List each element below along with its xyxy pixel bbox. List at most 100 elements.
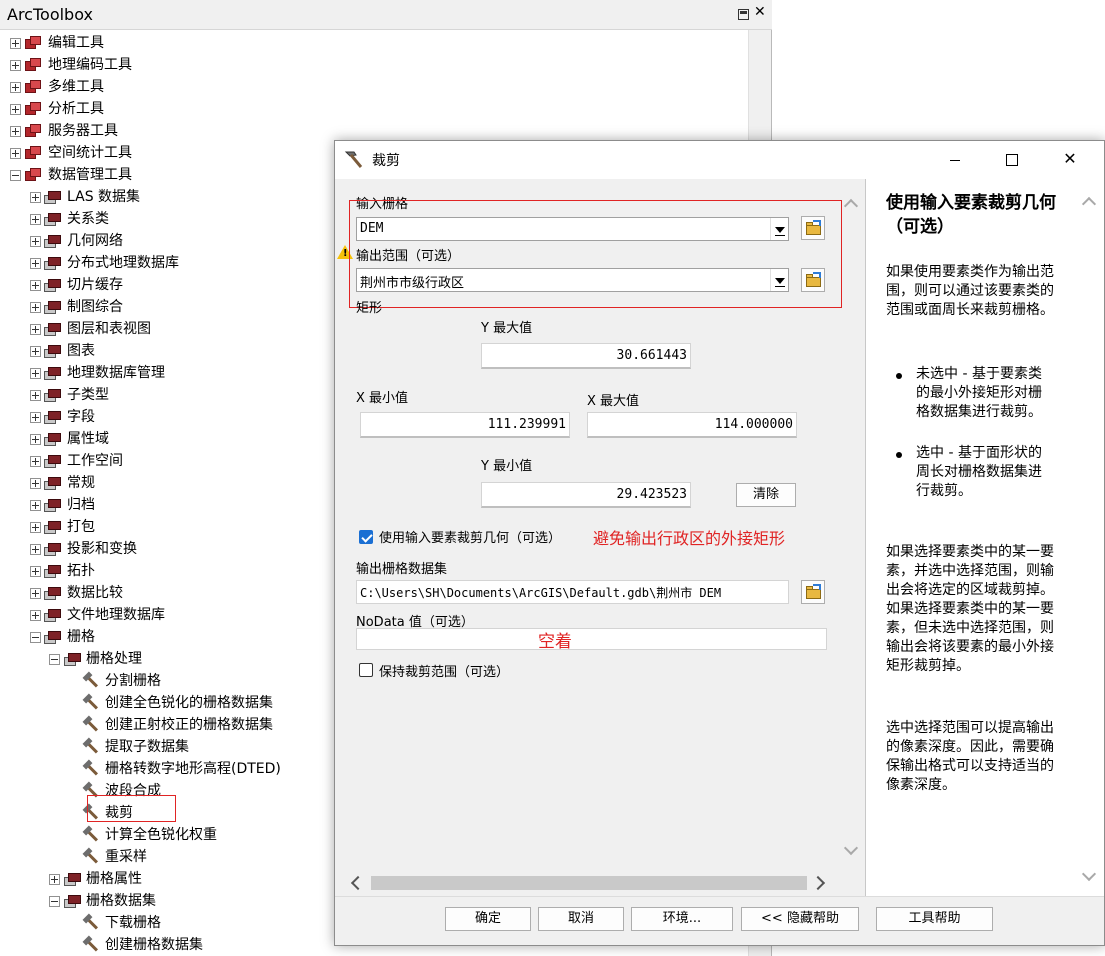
x-max-input[interactable]: 114.000000 (587, 412, 797, 438)
maintain-extent-label: 保持裁剪范围（可选） (379, 665, 510, 680)
output-raster-input[interactable]: C:\Users\SH\Documents\ArcGIS\Default.gdb… (356, 580, 789, 604)
toolset-item[interactable]: 多维工具 (0, 76, 748, 98)
expand-icon[interactable] (30, 500, 41, 511)
expand-icon[interactable] (10, 104, 21, 115)
clear-button[interactable]: 清除 (736, 483, 796, 507)
expand-icon[interactable] (30, 324, 41, 335)
minimize-button[interactable] (950, 160, 960, 161)
nodata-input[interactable] (356, 628, 827, 650)
toolset-icon (44, 234, 61, 248)
hide-help-button[interactable]: << 隐藏帮助 (741, 907, 859, 931)
expand-icon[interactable] (30, 478, 41, 489)
toolset-item[interactable]: 编辑工具 (0, 32, 748, 54)
collapse-icon[interactable] (49, 654, 60, 665)
highlight-clip-tool (87, 795, 176, 822)
hammer-icon (82, 825, 100, 843)
expand-icon[interactable] (49, 874, 60, 885)
expand-icon[interactable] (30, 610, 41, 621)
chevron-down-icon[interactable] (843, 840, 859, 856)
hammer-icon (82, 671, 100, 689)
tree-item-label: 栅格数据集 (86, 893, 156, 909)
tree-item-label: 分布式地理数据库 (67, 255, 179, 271)
toolbox-icon (25, 102, 41, 115)
expand-icon[interactable] (30, 434, 41, 445)
restore-window-icon[interactable] (738, 9, 749, 20)
chevron-left-icon[interactable] (350, 875, 366, 891)
maximize-button[interactable] (1006, 154, 1018, 166)
y-min-input[interactable]: 29.423523 (481, 482, 691, 508)
tree-item-label: 下载栅格 (105, 915, 161, 931)
hammer-icon (343, 150, 365, 170)
expand-icon[interactable] (30, 544, 41, 555)
chevron-down-icon[interactable] (1081, 866, 1097, 882)
expand-icon[interactable] (30, 236, 41, 247)
toolset-item[interactable]: 地理编码工具 (0, 54, 748, 76)
tree-item-label: 常规 (67, 475, 95, 491)
toolset-icon (44, 344, 61, 358)
use-geometry-checkbox[interactable] (359, 530, 373, 544)
expand-icon[interactable] (30, 280, 41, 291)
highlight-input-params (349, 200, 842, 308)
expand-icon[interactable] (10, 38, 21, 49)
expand-icon[interactable] (30, 390, 41, 401)
browse-output-raster-button[interactable] (801, 580, 825, 604)
environments-button[interactable]: 环境... (631, 907, 733, 931)
expand-icon[interactable] (10, 60, 21, 71)
expand-icon[interactable] (30, 368, 41, 379)
chevron-up-icon[interactable] (1081, 196, 1097, 212)
expand-icon[interactable] (30, 588, 41, 599)
x-min-input[interactable]: 111.239991 (360, 412, 570, 438)
tree-item-label: 制图综合 (67, 299, 123, 315)
toolset-item[interactable]: 服务器工具 (0, 120, 748, 142)
tool-help-button[interactable]: 工具帮助 (876, 907, 993, 931)
expand-icon[interactable] (10, 126, 21, 137)
parameter-form: 输入栅格 DEM ! 输出范围（可选） 荆州市市级行政区 矩形 Y 最大值 30… (335, 179, 863, 874)
expand-icon[interactable] (30, 346, 41, 357)
toolset-icon (44, 366, 61, 380)
collapse-icon[interactable] (49, 896, 60, 907)
toolset-icon (44, 630, 61, 644)
help-paragraph-1: 如果使用要素类作为输出范围，则可以通过该要素类的范围或面周长来裁剪栅格。 (886, 264, 1054, 318)
collapse-icon[interactable] (30, 632, 41, 643)
collapse-icon[interactable] (10, 170, 21, 181)
toolset-icon (64, 894, 81, 908)
toolset-icon (64, 652, 81, 666)
y-max-input[interactable]: 30.661443 (481, 343, 691, 369)
toolset-icon (44, 476, 61, 490)
close-icon[interactable]: ✕ (754, 5, 766, 19)
tree-item-label: 属性域 (67, 431, 109, 447)
chevron-up-icon[interactable] (843, 198, 859, 214)
help-paragraph-2: 如果选择要素类中的某一要素，并选中选择范围，则输出会将选定的区域裁剪掉。如果选择… (886, 544, 1054, 674)
tree-item-label: 栅格转数字地形高程(DTED) (105, 761, 281, 777)
expand-icon[interactable] (10, 148, 21, 159)
cancel-button[interactable]: 取消 (538, 907, 624, 931)
scroll-thumb[interactable] (371, 876, 807, 890)
maintain-extent-checkbox[interactable] (359, 663, 373, 677)
form-vertical-scrollbar[interactable] (842, 193, 862, 865)
toolset-icon (44, 212, 61, 226)
expand-icon[interactable] (30, 214, 41, 225)
ok-button[interactable]: 确定 (445, 907, 531, 931)
close-button[interactable]: ✕ (1055, 149, 1085, 169)
hammer-icon (82, 935, 100, 953)
screen: ArcToolbox ✕ 编辑工具 地理编码工具 多维工具 分析工具 服务器工具 空间统计… (0, 0, 1105, 956)
toolset-icon (44, 300, 61, 314)
hammer-icon (82, 913, 100, 931)
chevron-right-icon[interactable] (810, 875, 826, 891)
expand-icon[interactable] (30, 192, 41, 203)
expand-icon[interactable] (30, 258, 41, 269)
toolset-item[interactable]: 分析工具 (0, 98, 748, 120)
rectangle-label: 矩形 (356, 301, 383, 316)
expand-icon[interactable] (30, 566, 41, 577)
toolbox-icon (25, 58, 41, 71)
expand-icon[interactable] (30, 412, 41, 423)
toolset-icon (44, 564, 61, 578)
tree-item-label: 地理编码工具 (48, 57, 132, 73)
expand-icon[interactable] (10, 82, 21, 93)
form-horizontal-scrollbar[interactable] (349, 873, 829, 893)
tree-item-label: 图层和表视图 (67, 321, 151, 337)
expand-icon[interactable] (30, 456, 41, 467)
expand-icon[interactable] (30, 522, 41, 533)
annotation-geometry: 避免输出行政区的外接矩形 (593, 529, 786, 548)
expand-icon[interactable] (30, 302, 41, 313)
